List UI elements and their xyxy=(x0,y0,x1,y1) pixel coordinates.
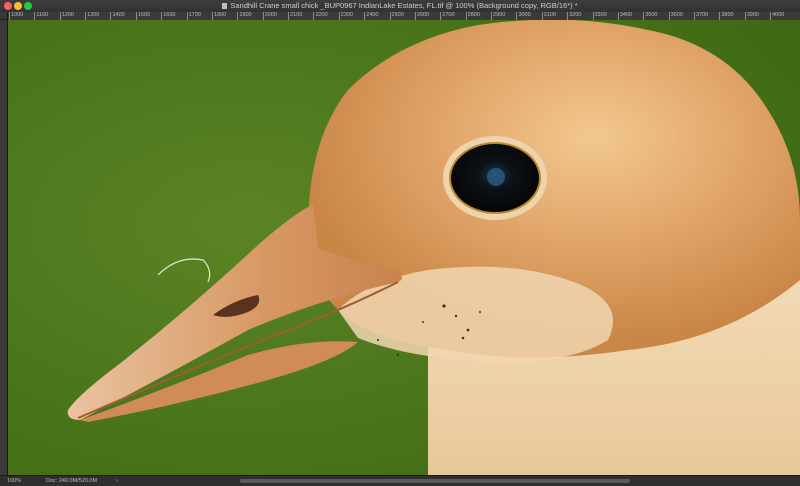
ruler-tick-label: 3200 xyxy=(569,12,582,18)
photo-sandhill-crane-chick xyxy=(8,20,800,475)
eye-reflection xyxy=(487,168,505,186)
ruler-tick-label: 1500 xyxy=(137,12,151,18)
ruler-tick-label: 1900 xyxy=(239,12,252,18)
vertical-ruler[interactable] xyxy=(0,20,8,475)
ruler-tick-label: 2900 xyxy=(493,12,506,18)
ruler-tick-label: 3600 xyxy=(670,12,683,18)
ruler-tick-label: 1400 xyxy=(112,12,125,18)
image-canvas[interactable] xyxy=(8,20,800,475)
ruler-tick-label: 1800 xyxy=(213,12,227,18)
ruler-tick-label: 3100 xyxy=(543,12,557,18)
document-icon xyxy=(222,3,228,9)
ruler-tick-label: 2700 xyxy=(442,12,455,18)
ruler-tick-label: 3400 xyxy=(619,12,633,18)
ruler-tick-label: 2500 xyxy=(391,12,404,18)
ruler-tick-label: 1000 xyxy=(11,12,24,18)
ruler-tick-label: 1300 xyxy=(87,12,100,18)
ruler-origin[interactable] xyxy=(0,12,8,20)
ruler-tick-label: 3000 xyxy=(518,12,531,18)
ruler-tick-label: 4000 xyxy=(772,12,785,18)
ruler-tick-label: 1100 xyxy=(36,12,49,18)
ruler-tick-label: 3300 xyxy=(594,12,607,18)
ruler-tick-label: 1700 xyxy=(188,12,201,18)
horizontal-scrollbar[interactable] xyxy=(240,479,630,483)
ruler-tick-label: 2300 xyxy=(340,12,354,18)
ruler-tick-label: 2600 xyxy=(416,12,430,18)
ruler-tick-label: 2400 xyxy=(366,12,379,18)
ruler-tick-label: 3700 xyxy=(695,12,709,18)
ruler-tick-label: 2200 xyxy=(315,12,328,18)
ruler-tick-label: 3800 xyxy=(721,12,734,18)
status-bar: 100% Doc: 240.0M/520.0M › xyxy=(0,475,800,486)
document-title-text: Sandhill Crane small chick _BUP0967 Indi… xyxy=(230,1,578,10)
ruler-tick-label: 2800 xyxy=(467,12,480,18)
ruler-tick-label: 1200 xyxy=(61,12,74,18)
ruler-tick-label: 3500 xyxy=(645,12,658,18)
document-title: Sandhill Crane small chick _BUP0967 Indi… xyxy=(0,0,800,12)
ruler-tick-label: 1600 xyxy=(163,12,176,18)
ruler-tick-label: 2100 xyxy=(290,12,303,18)
ruler-tick-label: 3900 xyxy=(746,12,759,18)
ruler-tick-label: 2000 xyxy=(264,12,277,18)
